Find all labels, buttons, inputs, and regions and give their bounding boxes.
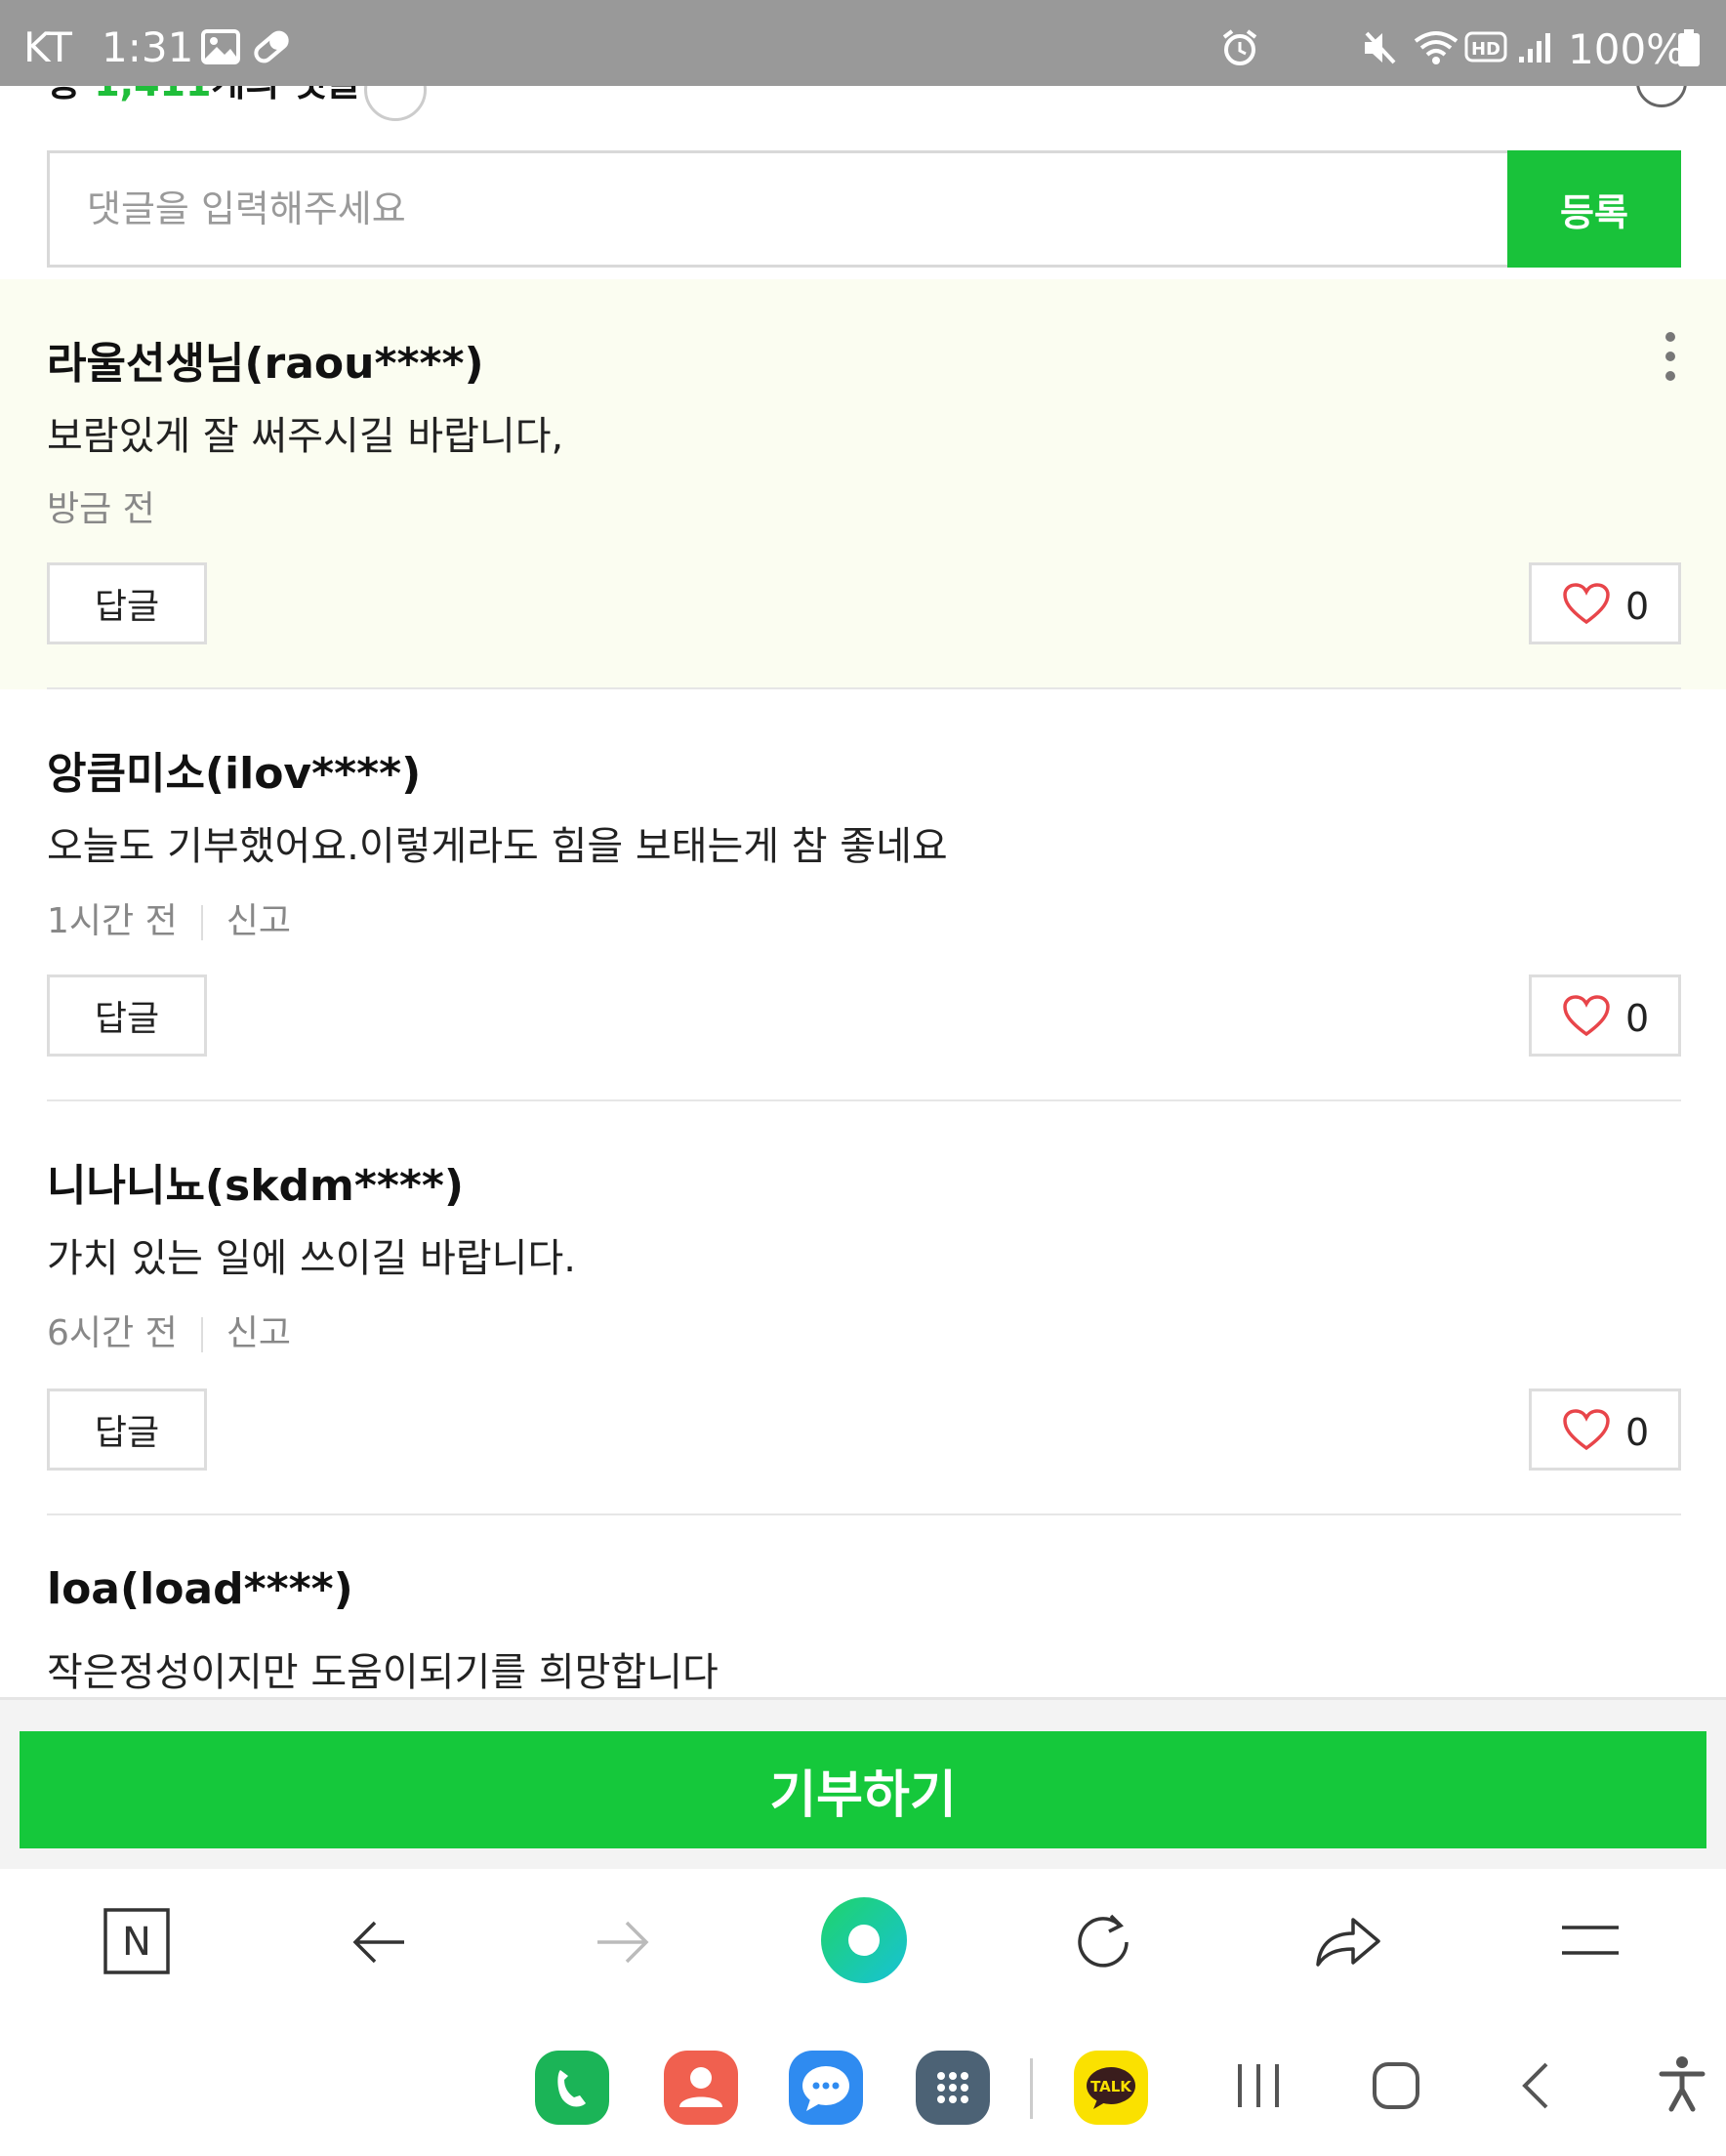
- report-link[interactable]: 신고: [226, 901, 291, 941]
- svg-text:TALK: TALK: [1090, 2078, 1132, 2095]
- comment-author: 라울선생님(raou****): [47, 339, 484, 389]
- more-options-icon[interactable]: [1665, 332, 1677, 391]
- reply-button[interactable]: 답글: [47, 1389, 207, 1471]
- wifi-icon: [1412, 29, 1460, 70]
- donate-button[interactable]: 기부하기: [20, 1731, 1706, 1848]
- comment-input[interactable]: [47, 150, 1507, 268]
- submit-comment-button[interactable]: 등록: [1507, 150, 1681, 268]
- kakaotalk-app-icon[interactable]: TALK: [1074, 2051, 1148, 2125]
- like-count: 0: [1625, 585, 1650, 628]
- share-icon[interactable]: [1314, 1912, 1382, 1974]
- reply-button[interactable]: 답글: [47, 562, 207, 644]
- comment-time: 6시간 전: [47, 1313, 178, 1353]
- battery-icon: [1677, 29, 1701, 70]
- comment-form: 등록: [47, 150, 1681, 268]
- like-button[interactable]: 0: [1529, 974, 1681, 1057]
- messages-app-icon[interactable]: [789, 2051, 863, 2125]
- heart-icon: [1563, 995, 1610, 1037]
- apps-grid-icon[interactable]: [916, 2051, 990, 2125]
- comment-text: 오늘도 기부했어요.이렇게라도 힘을 보태는게 참 좋네요: [47, 824, 948, 869]
- comment-time: 방금 전: [47, 489, 155, 529]
- meta-separator: [200, 1317, 203, 1352]
- phone-app-icon[interactable]: [535, 2051, 609, 2125]
- alarm-icon: [1220, 29, 1259, 70]
- comment-meta: 1시간 전 신고: [47, 892, 291, 943]
- like-count: 0: [1625, 997, 1650, 1040]
- comment-text: 보람있게 잘 써주시길 바랍니다,: [47, 414, 564, 459]
- signal-icon: [1517, 29, 1556, 68]
- home-icon[interactable]: [1371, 2058, 1421, 2117]
- comment-item: 니나니뇨(skdm****) 가치 있는 일에 쓰이길 바랍니다. 6시간 전 신…: [0, 1101, 1726, 1513]
- hd-icon: HD: [1464, 29, 1507, 68]
- comment-author: 니나니뇨(skdm****): [47, 1161, 464, 1211]
- battery-percent: 100%: [1568, 25, 1686, 73]
- mute-icon: [1361, 29, 1400, 70]
- contacts-app-icon[interactable]: [664, 2051, 738, 2125]
- comment-time: 1시간 전: [47, 901, 178, 941]
- green-dot-icon[interactable]: [820, 1896, 908, 1988]
- pill-icon: [250, 29, 293, 68]
- system-nav-bar: TALK: [0, 2021, 1726, 2156]
- reply-button[interactable]: 답글: [47, 974, 207, 1057]
- comment-author: loa(load****): [47, 1564, 353, 1614]
- like-button[interactable]: 0: [1529, 1389, 1681, 1471]
- clock: 1:31: [102, 23, 194, 71]
- carrier-label: KT: [23, 23, 72, 71]
- comment-meta: 6시간 전 신고: [47, 1305, 291, 1355]
- image-icon: [201, 29, 240, 68]
- menu-icon[interactable]: [1560, 1924, 1621, 1961]
- back-arrow-icon[interactable]: [349, 1918, 408, 1970]
- dock-divider: [1030, 2058, 1033, 2119]
- nav-back-icon[interactable]: [1517, 2058, 1556, 2117]
- comment-item: 앙큼미소(ilov****) 오늘도 기부했어요.이렇게라도 힘을 보태는게 참…: [0, 689, 1726, 1101]
- browser-toolbar: N: [0, 1869, 1726, 2021]
- like-count: 0: [1625, 1411, 1650, 1454]
- heart-icon: [1563, 583, 1610, 625]
- meta-separator: [200, 905, 203, 940]
- comment-author: 앙큼미소(ilov****): [47, 749, 422, 799]
- recent-apps-icon[interactable]: [1234, 2058, 1283, 2117]
- comment-text: 가치 있는 일에 쓰이길 바랍니다.: [47, 1236, 576, 1281]
- heart-icon: [1563, 1409, 1610, 1451]
- comment-meta: 방금 전: [47, 480, 155, 531]
- donate-bar: 기부하기: [0, 1697, 1726, 1869]
- svg-text:HD: HD: [1471, 39, 1500, 60]
- report-link[interactable]: 신고: [226, 1313, 291, 1353]
- comment-item: 라울선생님(raou****) 보람있게 잘 써주시길 바랍니다, 방금 전 답…: [0, 279, 1726, 689]
- forward-arrow-icon[interactable]: [594, 1918, 652, 1970]
- status-bar: KT 1:31 HD 100%: [0, 0, 1726, 86]
- accessibility-icon[interactable]: [1658, 2054, 1706, 2117]
- like-button[interactable]: 0: [1529, 562, 1681, 644]
- reload-icon[interactable]: [1072, 1910, 1136, 1978]
- comment-text: 작은정성이지만 도움이되기를 희망합니다: [47, 1650, 719, 1695]
- naver-home-icon[interactable]: N: [103, 1908, 170, 1978]
- svg-text:N: N: [122, 1920, 151, 1965]
- comment-item: loa(load****) 작은정성이지만 도움이되기를 희망합니다: [0, 1515, 1726, 1697]
